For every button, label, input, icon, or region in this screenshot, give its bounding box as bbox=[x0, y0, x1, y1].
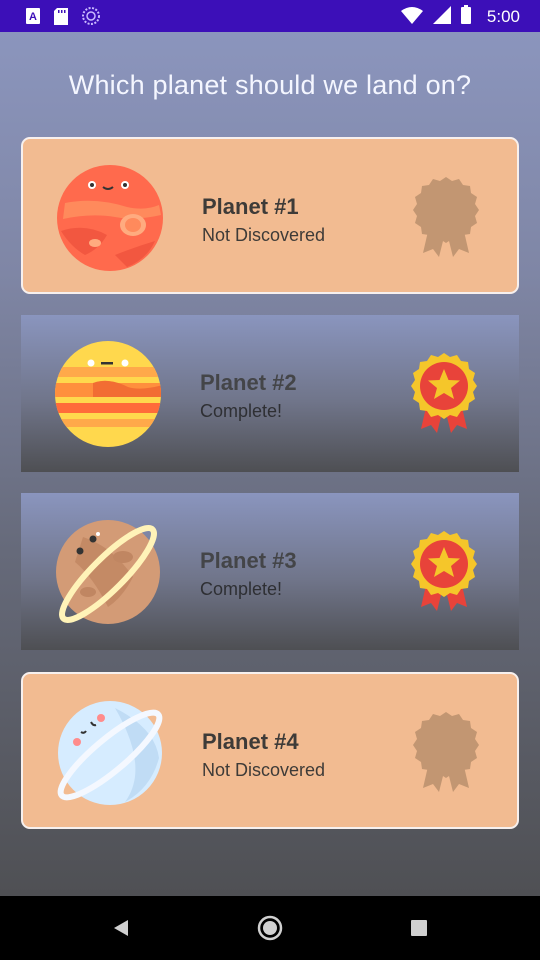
locked-medal-icon bbox=[413, 177, 479, 257]
navigation-bar bbox=[0, 896, 540, 960]
wifi-icon bbox=[400, 6, 423, 29]
planet-title: Planet #1 bbox=[202, 194, 299, 219]
gold-medal-icon bbox=[411, 353, 477, 433]
red-planet-icon bbox=[57, 165, 163, 271]
recents-icon[interactable] bbox=[408, 914, 430, 942]
ringed-blue-planet-icon bbox=[57, 701, 163, 805]
clock: 5:00 bbox=[486, 7, 520, 26]
planet-select-screen: Which planet should we land on? Planet #… bbox=[0, 32, 540, 896]
status-bar: A 5:00 bbox=[0, 0, 540, 32]
planet-title: Planet #4 bbox=[202, 729, 299, 754]
planet-status: Complete! bbox=[200, 401, 283, 421]
ringed-brown-planet-icon bbox=[56, 520, 160, 624]
battery-icon bbox=[460, 5, 471, 29]
planet-status: Not Discovered bbox=[202, 225, 326, 245]
locked-medal-icon bbox=[413, 712, 479, 792]
a-notification-icon: A bbox=[26, 8, 40, 29]
gold-medal-icon bbox=[411, 531, 477, 611]
planet-card-4[interactable]: Planet #4 Not Discovered bbox=[21, 672, 519, 829]
sync-icon bbox=[82, 7, 100, 30]
planet-card-3[interactable]: Planet #3 Complete! bbox=[21, 493, 519, 650]
planet-title: Planet #2 bbox=[200, 370, 297, 395]
planet-card-1[interactable]: Planet #1 Not Discovered bbox=[21, 137, 519, 294]
back-icon[interactable] bbox=[110, 914, 130, 942]
planet-status: Not Discovered bbox=[202, 760, 326, 780]
planet-title: Planet #3 bbox=[200, 548, 297, 573]
planet-card-2[interactable]: Planet #2 Complete! bbox=[21, 315, 519, 472]
svg-text:A: A bbox=[29, 11, 37, 23]
sd-card-icon bbox=[54, 7, 68, 30]
striped-planet-icon bbox=[55, 341, 161, 447]
page-title: Which planet should we land on? bbox=[68, 70, 472, 100]
signal-icon bbox=[432, 5, 451, 29]
home-icon[interactable] bbox=[256, 914, 284, 942]
planet-status: Complete! bbox=[200, 579, 283, 599]
